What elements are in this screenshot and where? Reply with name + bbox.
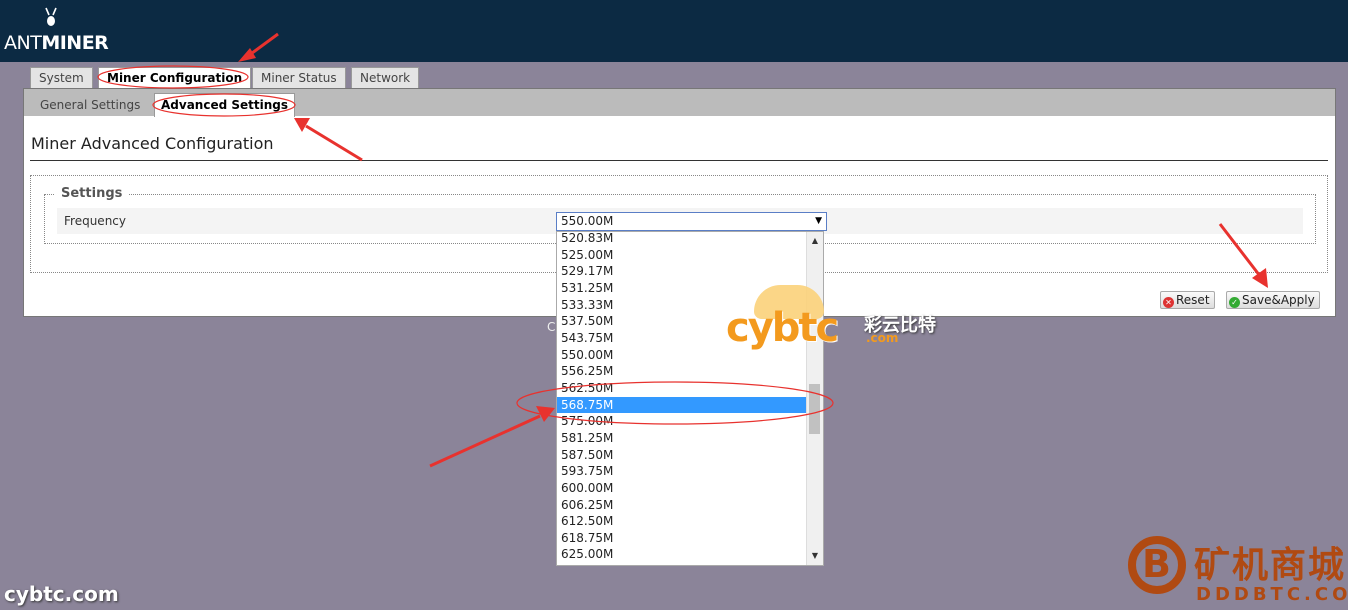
settings-legend: Settings: [55, 186, 129, 201]
dropdown-option[interactable]: 587.50M: [557, 447, 806, 464]
dropdown-option[interactable]: 612.50M: [557, 513, 806, 530]
dropdown-option[interactable]: 533.33M: [557, 297, 806, 314]
dropdown-option[interactable]: 543.75M: [557, 330, 806, 347]
tab-miner-configuration[interactable]: Miner Configuration: [98, 67, 252, 90]
reset-button-label: Reset: [1176, 293, 1210, 307]
antminer-logo: ANTMINER: [4, 6, 109, 56]
save-apply-button[interactable]: ✓ Save&Apply: [1226, 291, 1320, 309]
title-divider: [30, 160, 1328, 161]
dddbtc-watermark: B 矿机商城 DDDBTC.COM: [1128, 536, 1348, 610]
dropdown-option[interactable]: 618.75M: [557, 530, 806, 547]
reset-button[interactable]: ✕ Reset: [1160, 291, 1215, 309]
btc-cn-text: 矿机商城: [1194, 545, 1347, 586]
chevron-down-icon: ▼: [815, 216, 822, 226]
dropdown-option[interactable]: 562.50M: [557, 380, 806, 397]
brand-name: ANTMINER: [4, 32, 109, 54]
cybtc-watermark: cybtc.com: [4, 582, 119, 606]
dropdown-option[interactable]: 525.00M: [557, 247, 806, 264]
tab-system[interactable]: System: [30, 67, 93, 89]
dropdown-option[interactable]: 581.25M: [557, 430, 806, 447]
dropdown-option[interactable]: 550.00M: [557, 347, 806, 364]
annotation-arrow-option: [429, 414, 541, 468]
page-title: Miner Advanced Configuration: [31, 134, 274, 153]
btc-en-text: DDDBTC.COM: [1196, 584, 1348, 605]
dropdown-option[interactable]: 600.00M: [557, 480, 806, 497]
sub-tabs: General Settings Advanced Settings: [24, 89, 1335, 117]
footer-text: C: [547, 320, 556, 334]
frequency-select-value: 550.00M: [561, 214, 614, 228]
btc-symbol: B: [1142, 542, 1171, 586]
dropdown-option[interactable]: 625.00M: [557, 546, 806, 563]
scroll-thumb[interactable]: [809, 384, 820, 434]
subtab-advanced-settings[interactable]: Advanced Settings: [154, 93, 296, 117]
dropdown-option[interactable]: 593.75M: [557, 463, 806, 480]
frequency-select[interactable]: 550.00M ▼: [556, 212, 827, 231]
top-header: ANTMINER: [0, 0, 1348, 62]
watermark-logo-com: .com: [866, 331, 899, 345]
dropdown-option[interactable]: 520.83M: [557, 232, 806, 247]
close-icon: ✕: [1163, 297, 1174, 308]
frequency-label: Frequency: [64, 214, 126, 228]
dropdown-option[interactable]: 568.75M: [557, 396, 806, 414]
dropdown-option[interactable]: 531.25M: [557, 280, 806, 297]
frequency-dropdown-list[interactable]: 520.83M 525.00M 529.17M 531.25M 533.33M 537.5…: [556, 231, 824, 566]
ant-icon: [45, 7, 57, 26]
dropdown-option[interactable]: 575.00M: [557, 413, 806, 430]
dropdown-option[interactable]: 556.25M: [557, 363, 806, 380]
dropdown-options: 520.83M 525.00M 529.17M 531.25M 533.33M 537.5…: [557, 232, 806, 563]
check-icon: ✓: [1229, 297, 1240, 308]
scroll-up-icon[interactable]: ▲: [807, 234, 823, 248]
save-apply-button-label: Save&Apply: [1242, 293, 1315, 307]
tab-network[interactable]: Network: [351, 67, 420, 89]
annotation-arrowhead-option: [536, 406, 555, 422]
dropdown-option[interactable]: 529.17M: [557, 263, 806, 280]
tab-miner-status[interactable]: Miner Status: [252, 67, 346, 89]
scroll-down-icon[interactable]: ▼: [807, 549, 823, 563]
dropdown-scrollbar[interactable]: ▲ ▼: [806, 232, 823, 565]
dropdown-option[interactable]: 537.50M: [557, 313, 806, 330]
dropdown-option[interactable]: 606.25M: [557, 497, 806, 514]
subtab-general-settings[interactable]: General Settings: [34, 94, 146, 116]
